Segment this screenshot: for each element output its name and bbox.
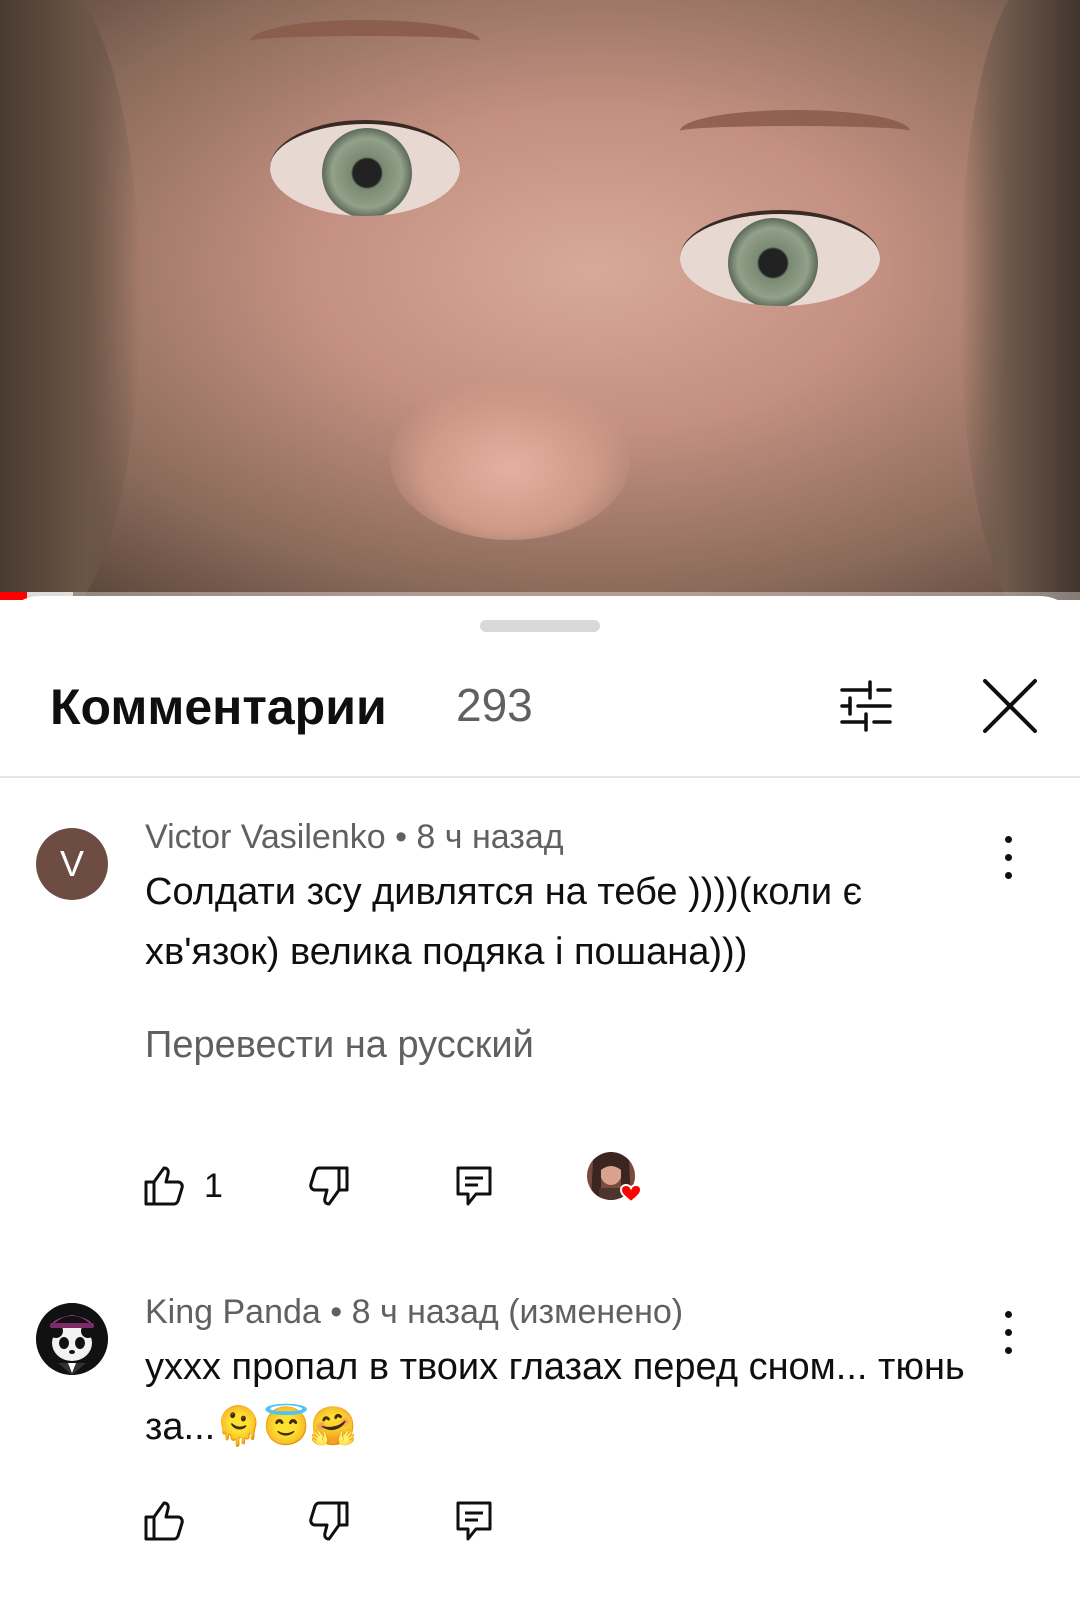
reply-button[interactable] [450, 1491, 498, 1551]
video-frame-eye-left [270, 120, 460, 216]
avatar[interactable] [36, 1303, 108, 1375]
dislike-button[interactable] [305, 1156, 353, 1216]
like-count: 1 [204, 1166, 223, 1205]
header-divider [0, 776, 1080, 778]
comment-author[interactable]: Victor Vasilenko [145, 818, 386, 856]
thumbs-down-icon [309, 1501, 349, 1541]
video-frame-hair-left [0, 0, 140, 600]
video-frame-brow-left [250, 20, 480, 62]
like-button[interactable]: 1 [140, 1156, 223, 1216]
like-button[interactable] [140, 1491, 188, 1551]
thumbs-up-icon [144, 1166, 184, 1206]
thumbs-down-icon [309, 1166, 349, 1206]
close-icon [983, 679, 1037, 733]
reply-icon [456, 1166, 492, 1206]
reply-icon [456, 1501, 492, 1541]
avatar-letter: V [59, 843, 84, 884]
comments-count: 293 [456, 679, 533, 731]
video-frame-nose [390, 380, 630, 540]
comment-meta: King Panda • 8 ч назад (изменено) [145, 1293, 683, 1332]
comment-text: ухxx пропал в твоих глазах перед сном...… [145, 1346, 965, 1448]
video-frame-brow-right [680, 110, 910, 152]
comment-meta: Victor Vasilenko • 8 ч назад [145, 818, 564, 857]
comment-menu-button[interactable] [990, 828, 1026, 888]
comment-text: Солдати зсу дивлятся на тебе ))))(коли є… [145, 871, 863, 973]
sliders-icon [840, 680, 892, 732]
creator-heart-badge [585, 1150, 649, 1214]
comment-time: • 8 ч назад (изменено) [320, 1293, 684, 1331]
comment-actions: 1 [140, 1152, 740, 1216]
comment-time: • 8 ч назад [385, 818, 564, 856]
comment-author[interactable]: King Panda [145, 1293, 321, 1331]
sort-filter-button[interactable] [830, 670, 902, 742]
comments-sheet: Комментарии 293 V Victor Vasilenko • 8 ч… [0, 596, 1080, 1616]
dislike-button[interactable] [305, 1491, 353, 1551]
close-button[interactable] [972, 668, 1048, 744]
thumbs-up-icon [144, 1501, 184, 1541]
comments-title: Комментарии [50, 679, 387, 735]
avatar[interactable]: V [36, 828, 108, 900]
comment-menu-button[interactable] [990, 1303, 1026, 1363]
creator-avatar-icon [587, 1152, 643, 1204]
video-player[interactable] [0, 0, 1080, 600]
translate-link[interactable]: Перевести на русский [145, 1024, 534, 1067]
drag-handle[interactable] [480, 620, 600, 632]
panda-avatar-icon [36, 1303, 108, 1375]
video-frame-eye-right [680, 210, 880, 306]
reply-button[interactable] [450, 1156, 498, 1216]
comments-header: Комментарии 293 [0, 654, 1080, 774]
comment-actions [140, 1491, 740, 1551]
video-frame-hair-right [960, 0, 1080, 600]
